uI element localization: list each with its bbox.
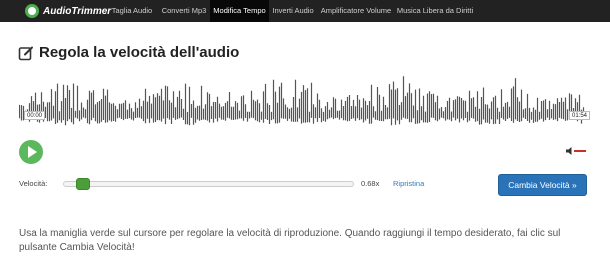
nav-inverti-audio[interactable]: Inverti Audio <box>269 0 317 22</box>
speed-label: Velocità: <box>19 179 48 188</box>
reset-link[interactable]: Ripristina <box>393 179 424 188</box>
change-speed-button[interactable]: Cambia Velocità » <box>498 174 587 196</box>
edit-icon <box>18 46 33 60</box>
speaker-icon[interactable] <box>565 145 587 157</box>
time-end-label: 01:54 <box>569 111 591 120</box>
nav-converti-mp3[interactable]: Converti Mp3 <box>158 0 210 22</box>
nav-amplificatore-volume[interactable]: Amplificatore Volume <box>317 0 395 22</box>
nav-taglia-audio[interactable]: Taglia Audio <box>106 0 158 22</box>
page-title: Regola la velocità dell'audio <box>39 44 240 61</box>
brand-name: AudioTrimmer <box>43 5 112 17</box>
waveform-bars <box>19 76 585 126</box>
logo-icon <box>25 4 39 18</box>
time-start-label: 00:00 <box>24 111 46 120</box>
logo[interactable]: AudioTrimmer <box>25 3 111 19</box>
instructions-text: Usa la maniglia verde sul cursore per re… <box>19 228 561 253</box>
speed-slider[interactable] <box>63 181 354 187</box>
nav-musica-libera[interactable]: Musica Libera da Diritti <box>395 0 475 22</box>
navbar: AudioTrimmer Taglia Audio Converti Mp3 M… <box>0 0 610 22</box>
nav-modifica-tempo[interactable]: Modifica Tempo <box>210 0 269 22</box>
speed-slider-handle[interactable] <box>76 178 90 190</box>
page-header: Regola la velocità dell'audio <box>18 44 239 61</box>
audio-waveform[interactable] <box>19 71 585 129</box>
play-button[interactable] <box>19 140 43 164</box>
speed-value: 0.68x <box>361 179 380 188</box>
